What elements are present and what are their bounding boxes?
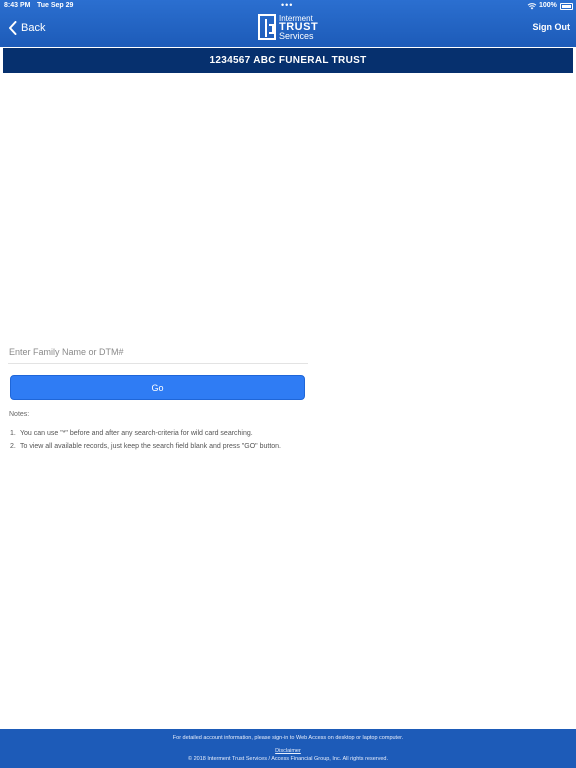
back-label: Back (21, 22, 46, 34)
footer-info-text: For detailed account information, please… (172, 735, 404, 741)
chevron-left-icon (9, 21, 17, 35)
page-title: 1234567 ABC FUNERAL TRUST (3, 48, 573, 73)
battery-icon (560, 3, 573, 10)
sign-out-button[interactable]: Sign Out (533, 22, 571, 32)
copyright-text: © 2018 Interment Trust Services / Access… (188, 756, 388, 762)
note-number: 2. (10, 443, 16, 450)
logo-line-3: Services (279, 31, 314, 41)
note-text: You can use "*" before and after any sea… (20, 430, 253, 437)
note-item: 2. To view all available records, just k… (10, 442, 350, 455)
back-button[interactable]: Back (8, 20, 45, 36)
app-header: 8:43 PM Tue Sep 29 ••• 100% Back Interme… (0, 0, 576, 47)
battery-percent: 100% (539, 2, 557, 9)
status-time: 8:43 PM (4, 2, 31, 9)
logo-mark-icon (258, 14, 276, 40)
note-item: 1. You can use "*" before and after any … (10, 429, 350, 442)
status-date: Tue Sep 29 (37, 2, 74, 9)
go-button[interactable]: Go (10, 375, 305, 400)
wifi-icon (527, 3, 537, 10)
interment-trust-services-logo: Interment TRUST Services (258, 14, 320, 42)
note-number: 1. (10, 430, 16, 437)
notes-title: Notes: (9, 411, 30, 418)
status-bar: 8:43 PM Tue Sep 29 ••• 100% (0, 0, 576, 12)
multitask-dots[interactable]: ••• (281, 0, 293, 10)
note-text: To view all available records, just keep… (20, 443, 281, 450)
disclaimer-link[interactable]: Disclaimer (0, 748, 576, 754)
footer: For detailed account information, please… (0, 729, 576, 768)
notes-list: 1. You can use "*" before and after any … (10, 429, 350, 455)
search-input[interactable] (8, 341, 308, 364)
